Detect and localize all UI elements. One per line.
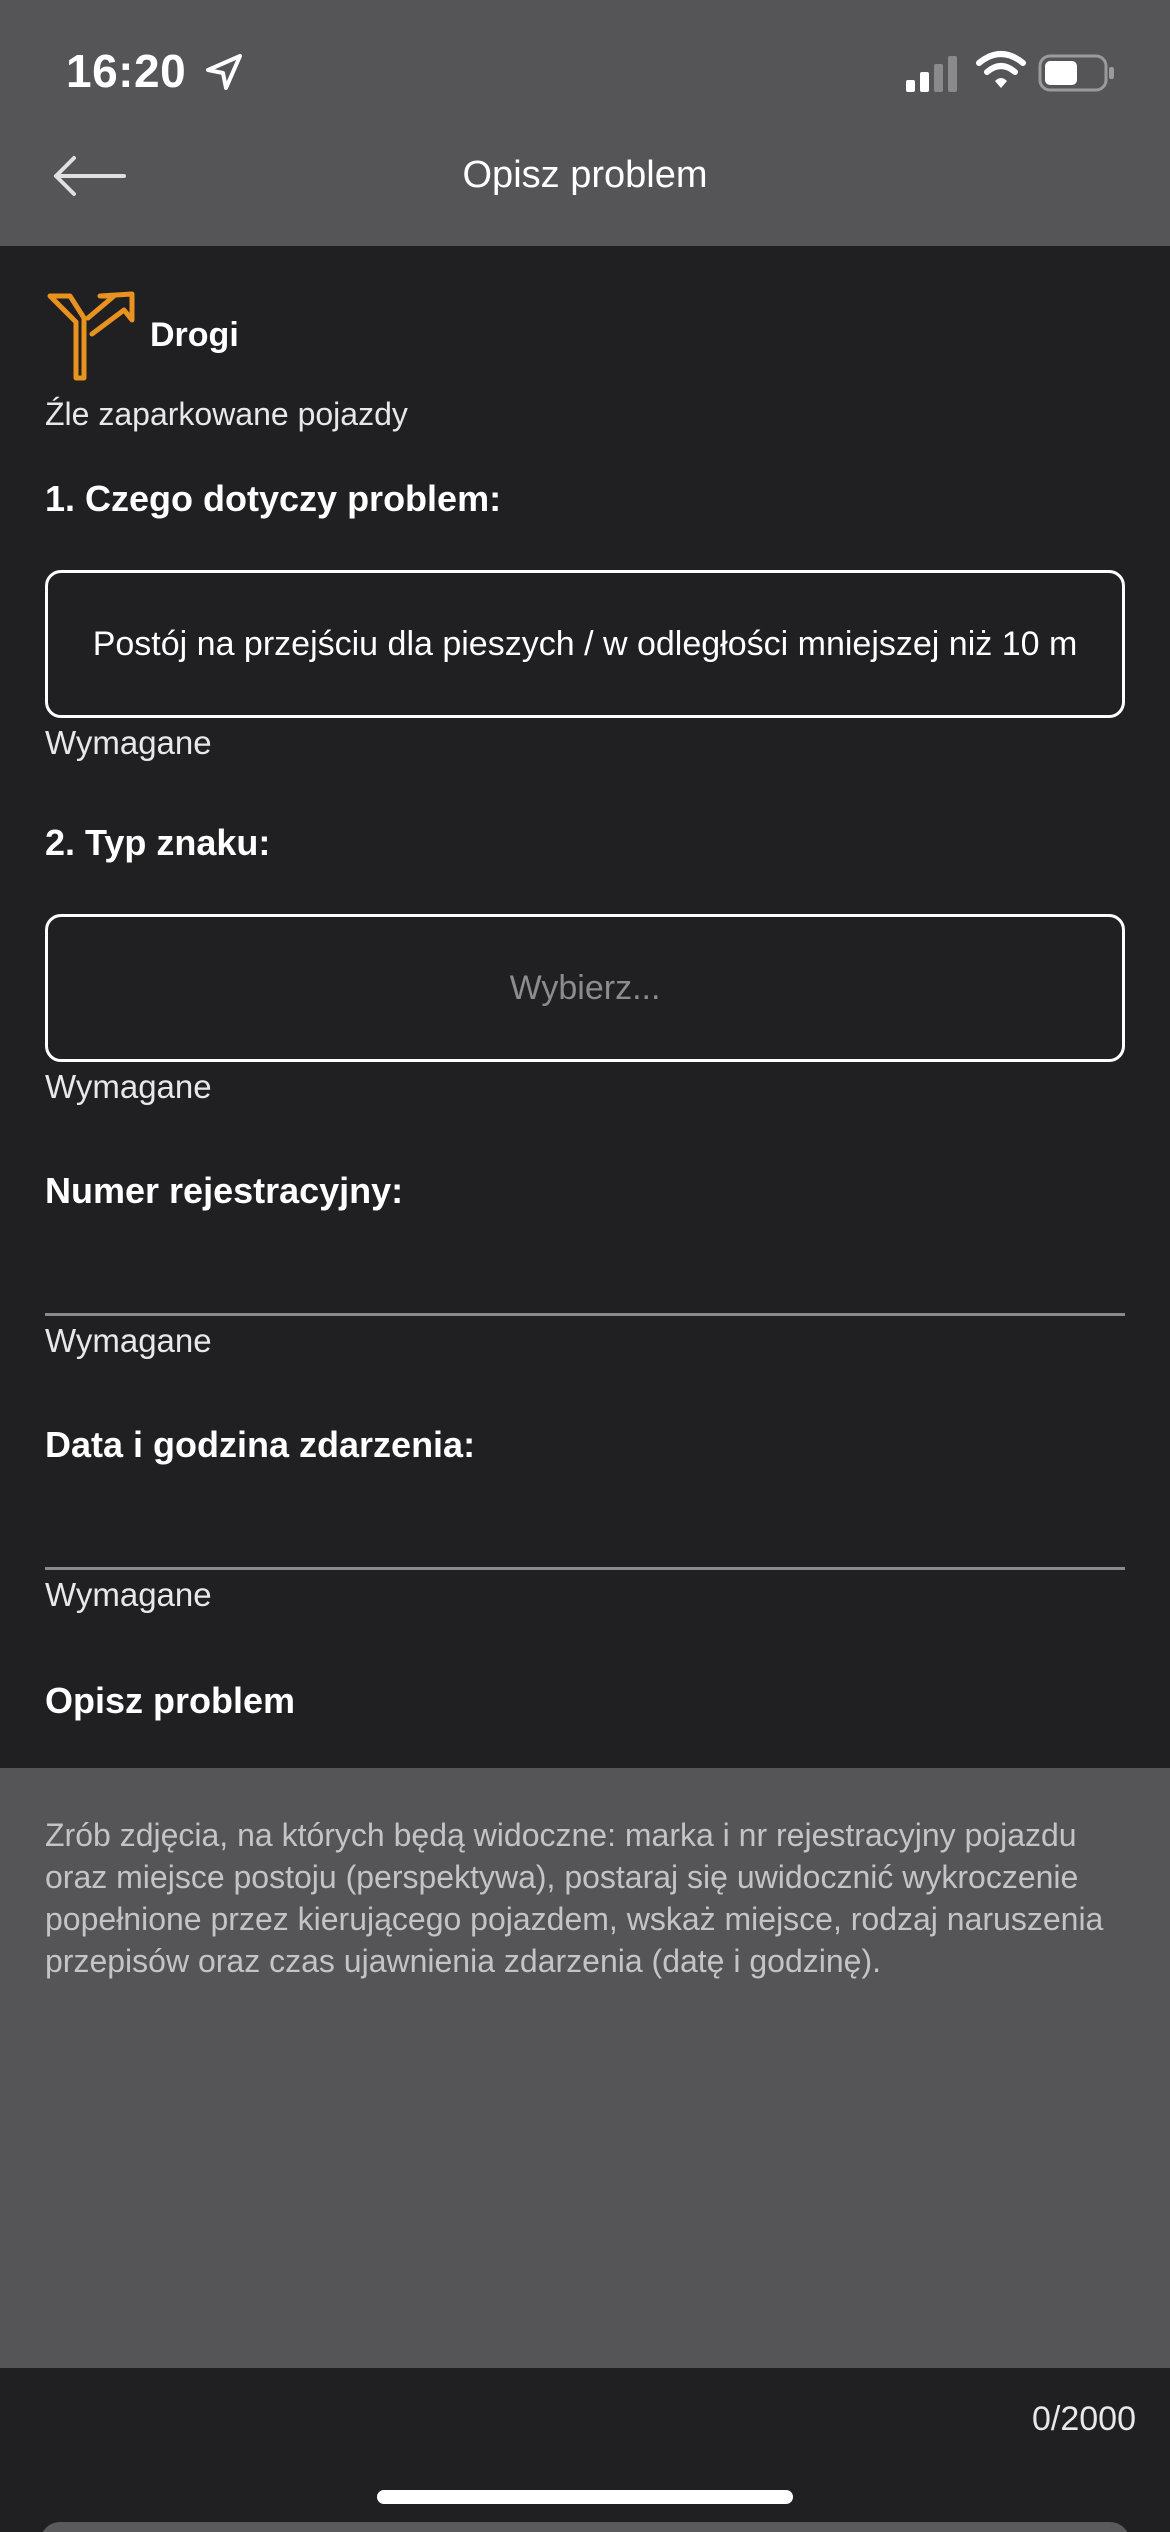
app-screen: 16:20 Opisz problem Drogi Źle zaparkowan… — [0, 0, 1170, 2532]
problem-select[interactable]: Postój na przejściu dla pieszych / w odl… — [45, 570, 1125, 718]
description-title: Opisz problem — [45, 1680, 296, 1721]
required-label: Wymagane — [45, 724, 212, 761]
cellular-signal-icon — [906, 56, 957, 92]
datetime-input[interactable] — [45, 1500, 1125, 1570]
plate-number-input[interactable] — [45, 1246, 1125, 1316]
status-time: 16:20 — [66, 45, 187, 97]
sign-type-placeholder: Wybierz... — [509, 968, 661, 1007]
required-label: Wymagane — [45, 1068, 212, 1105]
datetime-title: Data i godzina zdarzenia: — [45, 1424, 476, 1465]
wifi-icon — [976, 51, 1026, 88]
top-bar: 16:20 Opisz problem — [0, 0, 1170, 246]
problem-select-value: Postój na przejściu dla pieszych / w odl… — [92, 624, 1078, 663]
required-label: Wymagane — [45, 1322, 212, 1359]
required-label: Wymagane — [45, 1576, 212, 1613]
character-counter: 0/2000 — [1032, 2400, 1136, 2438]
location-arrow-icon — [206, 54, 242, 90]
battery-icon — [1038, 54, 1114, 92]
category-title: Drogi — [150, 316, 239, 354]
road-fork-icon — [47, 291, 135, 381]
sign-type-select[interactable]: Wybierz... — [45, 914, 1125, 1062]
category-subtitle: Źle zaparkowane pojazdy — [45, 396, 408, 432]
home-indicator — [377, 2490, 793, 2504]
plate-title: Numer rejestracyjny: — [45, 1170, 404, 1211]
description-placeholder: Zrób zdjęcia, na których będą widoczne: … — [45, 1817, 1104, 1979]
question-2-title: 2. Typ znaku: — [45, 822, 271, 863]
bottom-sheet-edge — [40, 2522, 1130, 2532]
page-title: Opisz problem — [462, 154, 708, 196]
question-1-title: 1. Czego dotyczy problem: — [45, 478, 502, 519]
